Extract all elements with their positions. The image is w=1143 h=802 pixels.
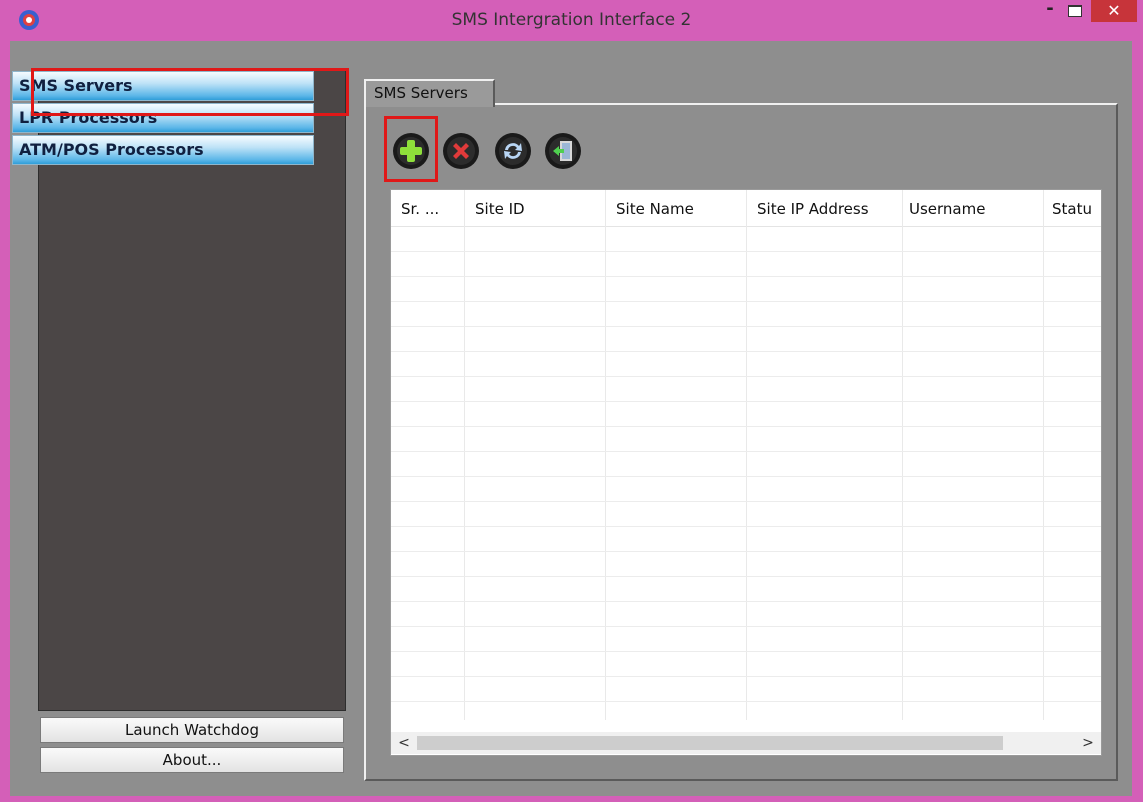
column-header-site-name[interactable]: Site Name [616, 200, 694, 218]
column-header-username[interactable]: Username [909, 200, 985, 218]
table-row [391, 551, 1101, 552]
tab-sms-servers[interactable]: SMS Servers [364, 79, 495, 107]
table-row [391, 276, 1101, 277]
column-header-status[interactable]: Statu [1052, 200, 1101, 218]
table-row [391, 601, 1101, 602]
maximize-button[interactable] [1060, 0, 1088, 22]
title-bar[interactable]: SMS Intergration Interface 2 - ✕ [0, 0, 1143, 40]
highlight-sms-servers [31, 68, 349, 116]
table-row [391, 676, 1101, 677]
table-row [391, 651, 1101, 652]
table-row [391, 451, 1101, 452]
table-row [391, 626, 1101, 627]
table-row [391, 576, 1101, 577]
table-row [391, 376, 1101, 377]
maximize-icon [1068, 5, 1082, 17]
column-sr: Sr. ... [391, 190, 465, 720]
window-title: SMS Intergration Interface 2 [451, 10, 692, 30]
column-site-name: Site Name [606, 190, 747, 720]
table-row [391, 251, 1101, 252]
table-row [391, 701, 1101, 702]
app-window: SMS Intergration Interface 2 - ✕ SMS Ser… [0, 0, 1143, 802]
sidebar-panel [38, 69, 346, 711]
scrollbar-thumb[interactable] [417, 736, 1003, 750]
launch-watchdog-button[interactable]: Launch Watchdog [40, 717, 344, 743]
exit-icon [545, 133, 581, 169]
about-button[interactable]: About... [40, 747, 344, 773]
column-header-site-id[interactable]: Site ID [475, 200, 525, 218]
table-row [391, 326, 1101, 327]
column-header-sr[interactable]: Sr. ... [401, 200, 461, 218]
scroll-left-arrow[interactable]: < [395, 734, 413, 752]
delete-button[interactable] [442, 132, 480, 170]
exit-button[interactable] [544, 132, 582, 170]
close-button[interactable]: ✕ [1091, 0, 1137, 22]
column-status: Statu [1044, 190, 1101, 720]
table-row [391, 426, 1101, 427]
table-row [391, 476, 1101, 477]
table-row [391, 401, 1101, 402]
table-row [391, 301, 1101, 302]
table-row [391, 351, 1101, 352]
table-row [391, 526, 1101, 527]
delete-icon [443, 133, 479, 169]
column-site-ip: Site IP Address [747, 190, 903, 720]
refresh-button[interactable] [494, 132, 532, 170]
client-area: SMS Servers LPR Processors ATM/POS Proce… [10, 41, 1132, 796]
column-header-site-ip[interactable]: Site IP Address [757, 200, 869, 218]
column-site-id: Site ID [465, 190, 606, 720]
scroll-right-arrow[interactable]: > [1079, 734, 1097, 752]
sidebar-item-atm-pos-processors[interactable]: ATM/POS Processors [12, 135, 314, 165]
sms-servers-table[interactable]: Sr. ... Site ID Site Name Site IP Addres… [390, 189, 1102, 756]
refresh-icon [495, 133, 531, 169]
highlight-add-button [384, 116, 438, 182]
table-row [391, 501, 1101, 502]
column-username: Username [903, 190, 1044, 720]
horizontal-scrollbar[interactable]: < > [391, 732, 1101, 754]
